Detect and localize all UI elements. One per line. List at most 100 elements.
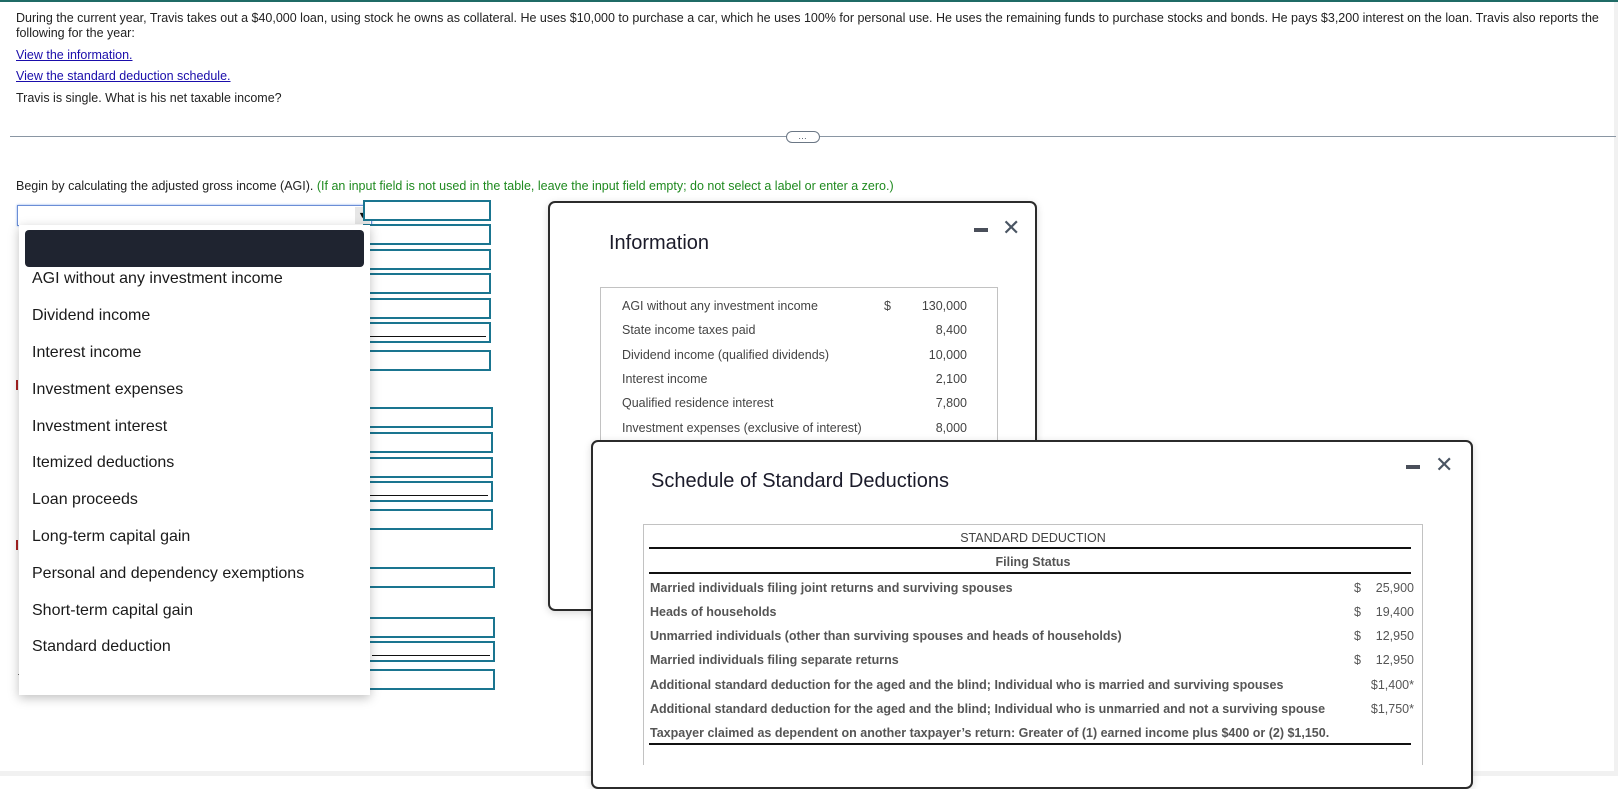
dropdown-option[interactable]: AGI without any investment income xyxy=(32,270,283,288)
amount-input[interactable] xyxy=(365,407,493,428)
row-marker xyxy=(16,540,18,550)
deduction-value: 19,400 xyxy=(1375,605,1414,619)
dropdown-option[interactable]: Personal and dependency exemptions xyxy=(32,565,304,583)
amount-input[interactable] xyxy=(365,509,493,530)
currency-symbol: $ xyxy=(1354,581,1361,595)
dropdown-option[interactable]: Short-term capital gain xyxy=(32,602,193,620)
dropdown-option-blank[interactable] xyxy=(25,230,364,267)
dropdown-option[interactable]: Long-term capital gain xyxy=(32,528,190,546)
dialog-title: Schedule of Standard Deductions xyxy=(651,470,949,492)
deduction-row: Additional standard deduction for the ag… xyxy=(650,678,1414,692)
standard-deduction-table: STANDARD DEDUCTION Filing Status Married… xyxy=(643,524,1423,765)
info-value: 2,100 xyxy=(935,372,967,386)
amount-input[interactable] xyxy=(365,457,493,478)
info-value: 7,800 xyxy=(935,396,967,410)
row-label-select[interactable]: ▼ xyxy=(17,205,372,226)
dropdown-option[interactable]: Investment expenses xyxy=(32,381,183,399)
dropdown-option[interactable]: Dividend income xyxy=(32,307,150,325)
expand-more-button[interactable]: … xyxy=(786,131,820,143)
deduction-label: Heads of households xyxy=(650,605,777,619)
currency-symbol: $ xyxy=(884,299,891,313)
close-icon[interactable]: ✕ xyxy=(1002,217,1020,239)
amount-input[interactable] xyxy=(365,432,493,453)
deduction-row: Married individuals filing joint returns… xyxy=(650,581,1414,595)
scrollbar-gutter[interactable] xyxy=(1614,2,1618,776)
deduction-value: 12,950 xyxy=(1375,629,1414,643)
instruction-main: Begin by calculating the adjusted gross … xyxy=(16,179,314,193)
deduction-label: Taxpayer claimed as dependent on another… xyxy=(650,726,1330,740)
currency-symbol: $ xyxy=(1354,629,1361,643)
info-row: Investment expenses (exclusive of intere… xyxy=(622,421,967,435)
deduction-row: Unmarried individuals (other than surviv… xyxy=(650,629,1414,643)
dropdown-option[interactable]: Standard deduction xyxy=(32,638,171,656)
amount-input[interactable] xyxy=(367,617,495,638)
taxable-income-input[interactable] xyxy=(367,669,495,690)
information-table: AGI without any investment income $ 130,… xyxy=(600,287,998,448)
amount-input[interactable] xyxy=(363,298,491,319)
info-value: 130,000 xyxy=(921,299,967,313)
info-label: State income taxes paid xyxy=(622,323,756,337)
top-accent-bar xyxy=(0,0,1618,2)
amount-input[interactable] xyxy=(363,249,491,270)
amount-input[interactable] xyxy=(363,350,491,371)
deduction-label: Additional standard deduction for the ag… xyxy=(650,702,1326,716)
instruction-hint: (If an input field is not used in the ta… xyxy=(316,179,894,193)
table-subheader: Filing Status xyxy=(995,555,1071,569)
subtotal-input[interactable] xyxy=(367,641,495,662)
deduction-label: Additional standard deduction for the ag… xyxy=(650,678,1284,692)
dropdown-option[interactable]: Investment interest xyxy=(32,418,167,436)
view-schedule-link[interactable]: View the standard deduction schedule. xyxy=(16,69,231,83)
deduction-row: Taxpayer claimed as dependent on another… xyxy=(650,726,1414,740)
view-information-link[interactable]: View the information. xyxy=(16,48,133,62)
deduction-value: 12,950 xyxy=(1375,653,1414,667)
question-text: Travis is single. What is his net taxabl… xyxy=(16,91,282,105)
info-row: AGI without any investment income $ 130,… xyxy=(622,299,967,313)
currency-symbol: $ xyxy=(1354,605,1361,619)
header-rule xyxy=(649,547,1411,549)
info-label: AGI without any investment income xyxy=(622,299,818,313)
subtotal-input[interactable] xyxy=(363,322,491,343)
amount-input[interactable] xyxy=(363,224,491,245)
deduction-value: 25,900 xyxy=(1375,581,1414,595)
dialog-title: Information xyxy=(609,232,710,254)
info-row: Qualified residence interest 7,800 xyxy=(622,396,967,410)
info-label: Investment expenses (exclusive of intere… xyxy=(622,421,862,435)
deduction-label: Married individuals filing joint returns… xyxy=(650,581,1013,595)
info-value: 8,000 xyxy=(935,421,967,435)
deduction-value: $1,750* xyxy=(1370,702,1414,716)
header-rule xyxy=(649,572,1411,574)
dropdown-option[interactable]: Itemized deductions xyxy=(32,454,174,472)
footer-rule xyxy=(649,743,1411,745)
info-row: Interest income 2,100 xyxy=(622,372,967,386)
close-icon[interactable]: ✕ xyxy=(1435,454,1453,476)
subtotal-input[interactable] xyxy=(365,481,493,502)
info-label: Dividend income (qualified dividends) xyxy=(622,348,830,362)
deduction-row: Heads of households $ 19,400 xyxy=(650,605,1414,619)
standard-deduction-dialog: Schedule of Standard Deductions ✕ STANDA… xyxy=(591,440,1473,789)
label-dropdown-list[interactable]: AGI without any investment income Divide… xyxy=(19,225,370,695)
instruction: Begin by calculating the adjusted gross … xyxy=(16,179,894,193)
amount-input[interactable] xyxy=(367,567,495,588)
info-label: Qualified residence interest xyxy=(622,396,774,410)
amount-input[interactable] xyxy=(363,200,491,221)
minimize-icon[interactable] xyxy=(974,228,988,232)
info-value: 10,000 xyxy=(928,348,967,362)
problem-statement: During the current year, Travis takes ou… xyxy=(16,11,1606,41)
info-label: Interest income xyxy=(622,372,708,386)
currency-symbol: $ xyxy=(1354,653,1361,667)
info-row: State income taxes paid 8,400 xyxy=(622,323,967,337)
deduction-row: Additional standard deduction for the ag… xyxy=(650,702,1414,716)
dropdown-option[interactable]: Interest income xyxy=(32,344,141,362)
row-marker xyxy=(16,380,18,390)
table-header: STANDARD DEDUCTION xyxy=(960,531,1106,545)
info-row: Dividend income (qualified dividends) 10… xyxy=(622,348,967,362)
dropdown-option[interactable]: Loan proceeds xyxy=(32,491,138,509)
amount-input[interactable] xyxy=(363,273,491,294)
deduction-row: Married individuals filing separate retu… xyxy=(650,653,1414,667)
minimize-icon[interactable] xyxy=(1406,465,1420,469)
deduction-label: Unmarried individuals (other than surviv… xyxy=(650,629,1122,643)
deduction-value: $1,400* xyxy=(1370,678,1414,692)
problem-text: During the current year, Travis takes ou… xyxy=(16,11,1599,40)
info-value: 8,400 xyxy=(935,323,967,337)
deduction-label: Married individuals filing separate retu… xyxy=(650,653,899,667)
